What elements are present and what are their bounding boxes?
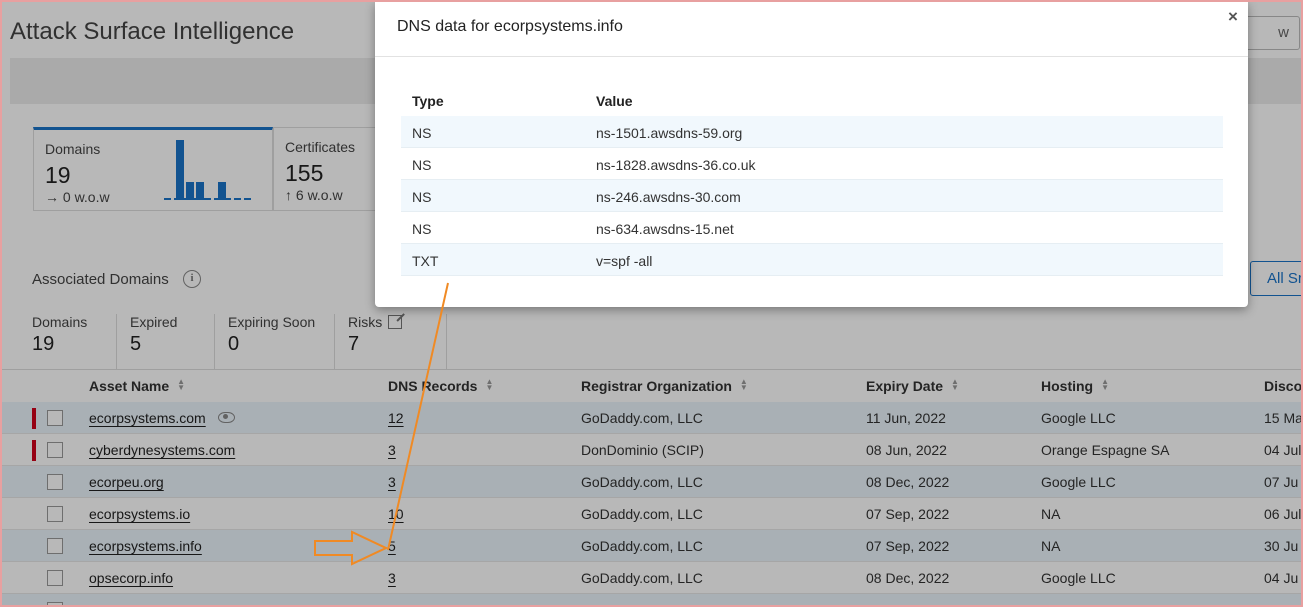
annotation-arrows: [314, 282, 449, 566]
pointer-line: [387, 282, 449, 551]
app-frame: Attack Surface Intelligence w Domains 19…: [0, 0, 1303, 607]
block-arrow-icon: [314, 530, 389, 566]
